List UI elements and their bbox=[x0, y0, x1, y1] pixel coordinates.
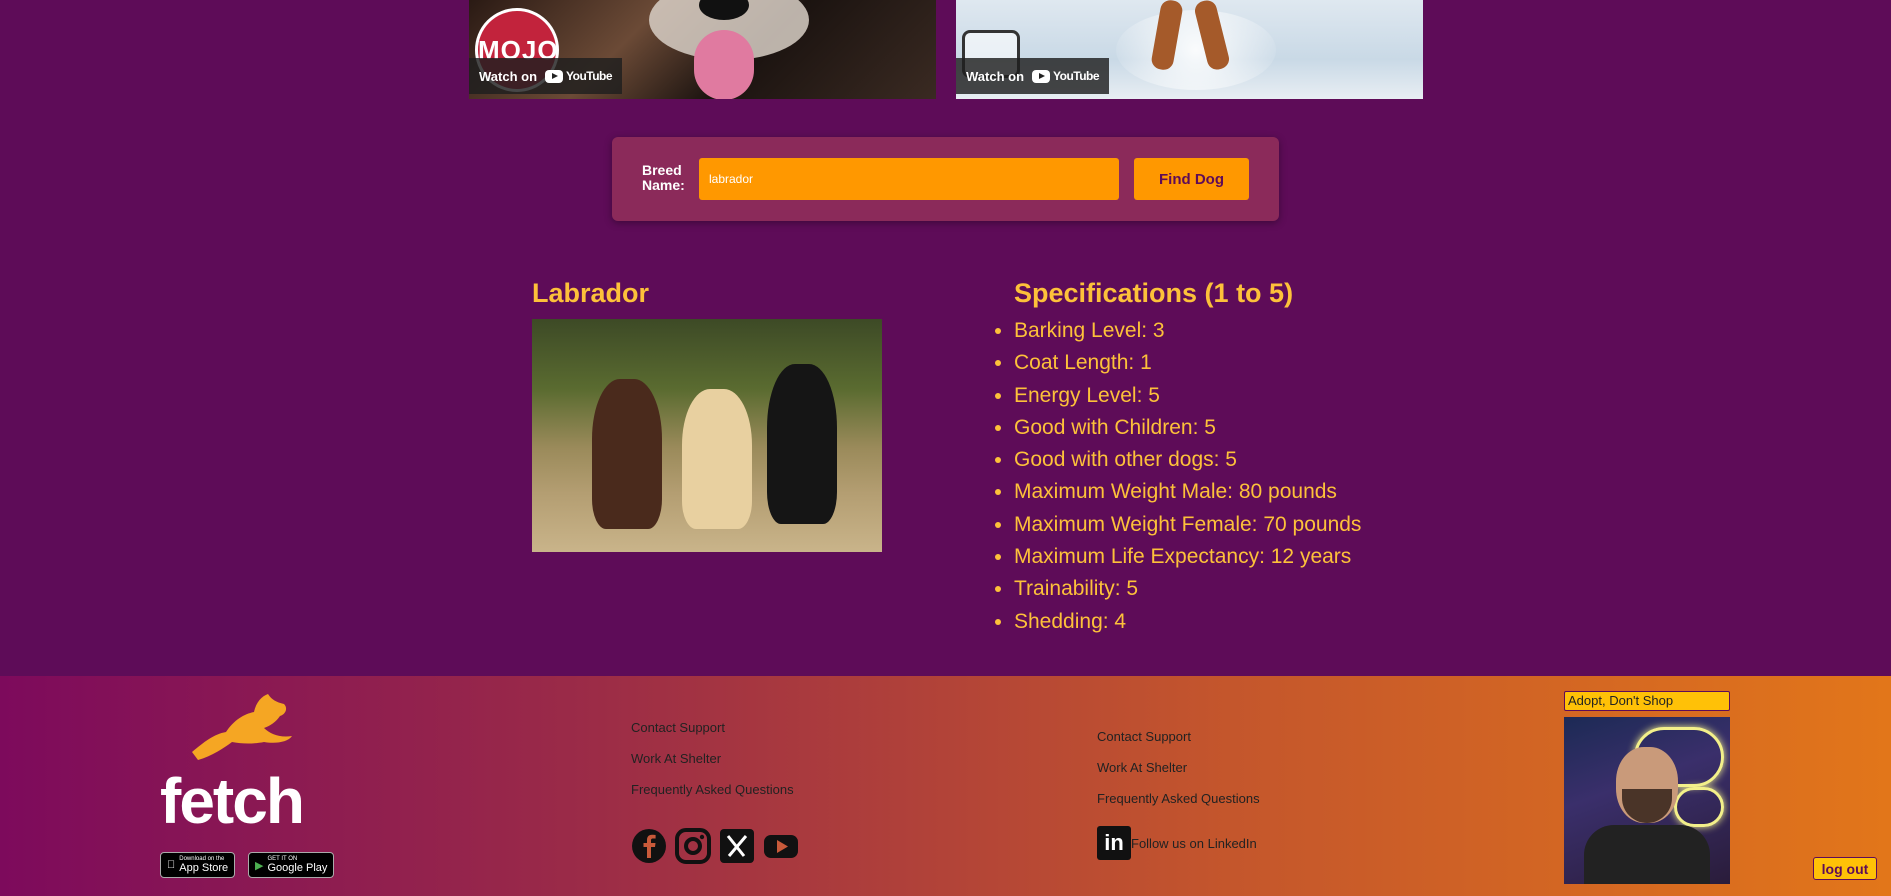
social-links bbox=[631, 828, 799, 864]
linkedin-label: Follow us on LinkedIn bbox=[1131, 835, 1257, 851]
fetch-brand-text: fetch bbox=[160, 765, 305, 837]
dog-figure-yellow bbox=[682, 389, 752, 529]
user-profile-photo bbox=[1564, 717, 1730, 884]
work-at-shelter-link[interactable]: Work At Shelter bbox=[1097, 760, 1260, 791]
neon-light-decoration bbox=[1674, 787, 1724, 827]
contact-support-link[interactable]: Contact Support bbox=[631, 720, 794, 751]
person-shirt bbox=[1584, 825, 1710, 884]
google-play-icon: ▶ bbox=[255, 859, 264, 872]
video-thumbnail-tongue bbox=[694, 30, 754, 99]
spec-item: Good with other dogs: 5 bbox=[1014, 445, 1361, 477]
facebook-icon[interactable] bbox=[631, 828, 667, 864]
video-embed-2[interactable]: Watch on YouTube bbox=[956, 0, 1423, 99]
video-thumbnail-splash bbox=[1116, 10, 1276, 90]
faq-link[interactable]: Frequently Asked Questions bbox=[631, 782, 794, 813]
instagram-icon[interactable] bbox=[675, 828, 711, 864]
spec-item: Maximum Weight Male: 80 pounds bbox=[1014, 477, 1361, 509]
footer-links-col2: Contact Support Work At Shelter Frequent… bbox=[1097, 729, 1260, 822]
youtube-logo: YouTube bbox=[545, 69, 613, 83]
work-at-shelter-link[interactable]: Work At Shelter bbox=[631, 751, 794, 782]
contact-support-link[interactable]: Contact Support bbox=[1097, 729, 1260, 760]
linkedin-icon: in bbox=[1097, 826, 1131, 860]
youtube-icon[interactable] bbox=[763, 828, 799, 864]
footer: fetch  Download on the App Store ▶ GET … bbox=[0, 676, 1891, 896]
dog-figure-black bbox=[767, 364, 837, 524]
find-dog-button[interactable]: Find Dog bbox=[1134, 158, 1249, 200]
google-play-badge[interactable]: ▶ GET IT ON Google Play bbox=[248, 852, 335, 878]
spec-item: Barking Level: 3 bbox=[1014, 316, 1361, 348]
linkedin-link[interactable]: in Follow us on LinkedIn bbox=[1097, 826, 1257, 860]
spec-item: Energy Level: 5 bbox=[1014, 381, 1361, 413]
app-store-badge[interactable]:  Download on the App Store bbox=[160, 852, 236, 878]
spec-item: Maximum Weight Female: 70 pounds bbox=[1014, 510, 1361, 542]
breed-title: Labrador bbox=[532, 278, 650, 308]
specs-title: Specifications (1 to 5) bbox=[1014, 278, 1294, 308]
adopt-dont-shop-button[interactable]: Adopt, Don't Shop bbox=[1564, 691, 1730, 711]
spec-item: Coat Length: 1 bbox=[1014, 348, 1361, 380]
youtube-icon bbox=[1032, 69, 1051, 83]
fetch-dog-logo-icon bbox=[192, 694, 292, 760]
faq-link[interactable]: Frequently Asked Questions bbox=[1097, 791, 1260, 822]
spec-item: Trainability: 5 bbox=[1014, 574, 1361, 606]
spec-item: Good with Children: 5 bbox=[1014, 413, 1361, 445]
breed-photo bbox=[532, 319, 882, 552]
youtube-logo: YouTube bbox=[1032, 69, 1100, 83]
breed-name-label: Breed Name: bbox=[642, 162, 685, 193]
watch-on-youtube-button[interactable]: Watch on YouTube bbox=[956, 58, 1110, 94]
specs-list: Barking Level: 3 Coat Length: 1 Energy L… bbox=[1014, 316, 1361, 639]
spec-item: Shedding: 4 bbox=[1014, 607, 1361, 639]
x-icon[interactable] bbox=[719, 828, 755, 864]
watch-label: Watch on bbox=[966, 68, 1025, 84]
watch-on-youtube-button[interactable]: Watch on YouTube bbox=[469, 58, 623, 94]
breed-search-form: Breed Name: Find Dog bbox=[612, 137, 1279, 221]
youtube-icon bbox=[545, 69, 564, 83]
video-embed-1[interactable]: MOJO Watch on YouTube bbox=[469, 0, 936, 99]
logout-button[interactable]: log out bbox=[1813, 857, 1877, 880]
footer-links-col1: Contact Support Work At Shelter Frequent… bbox=[631, 720, 794, 813]
spec-item: Maximum Life Expectancy: 12 years bbox=[1014, 542, 1361, 574]
dog-figure-chocolate bbox=[592, 379, 662, 529]
watch-label: Watch on bbox=[479, 68, 538, 84]
apple-icon:  bbox=[167, 859, 175, 871]
breed-name-input[interactable] bbox=[699, 158, 1119, 200]
